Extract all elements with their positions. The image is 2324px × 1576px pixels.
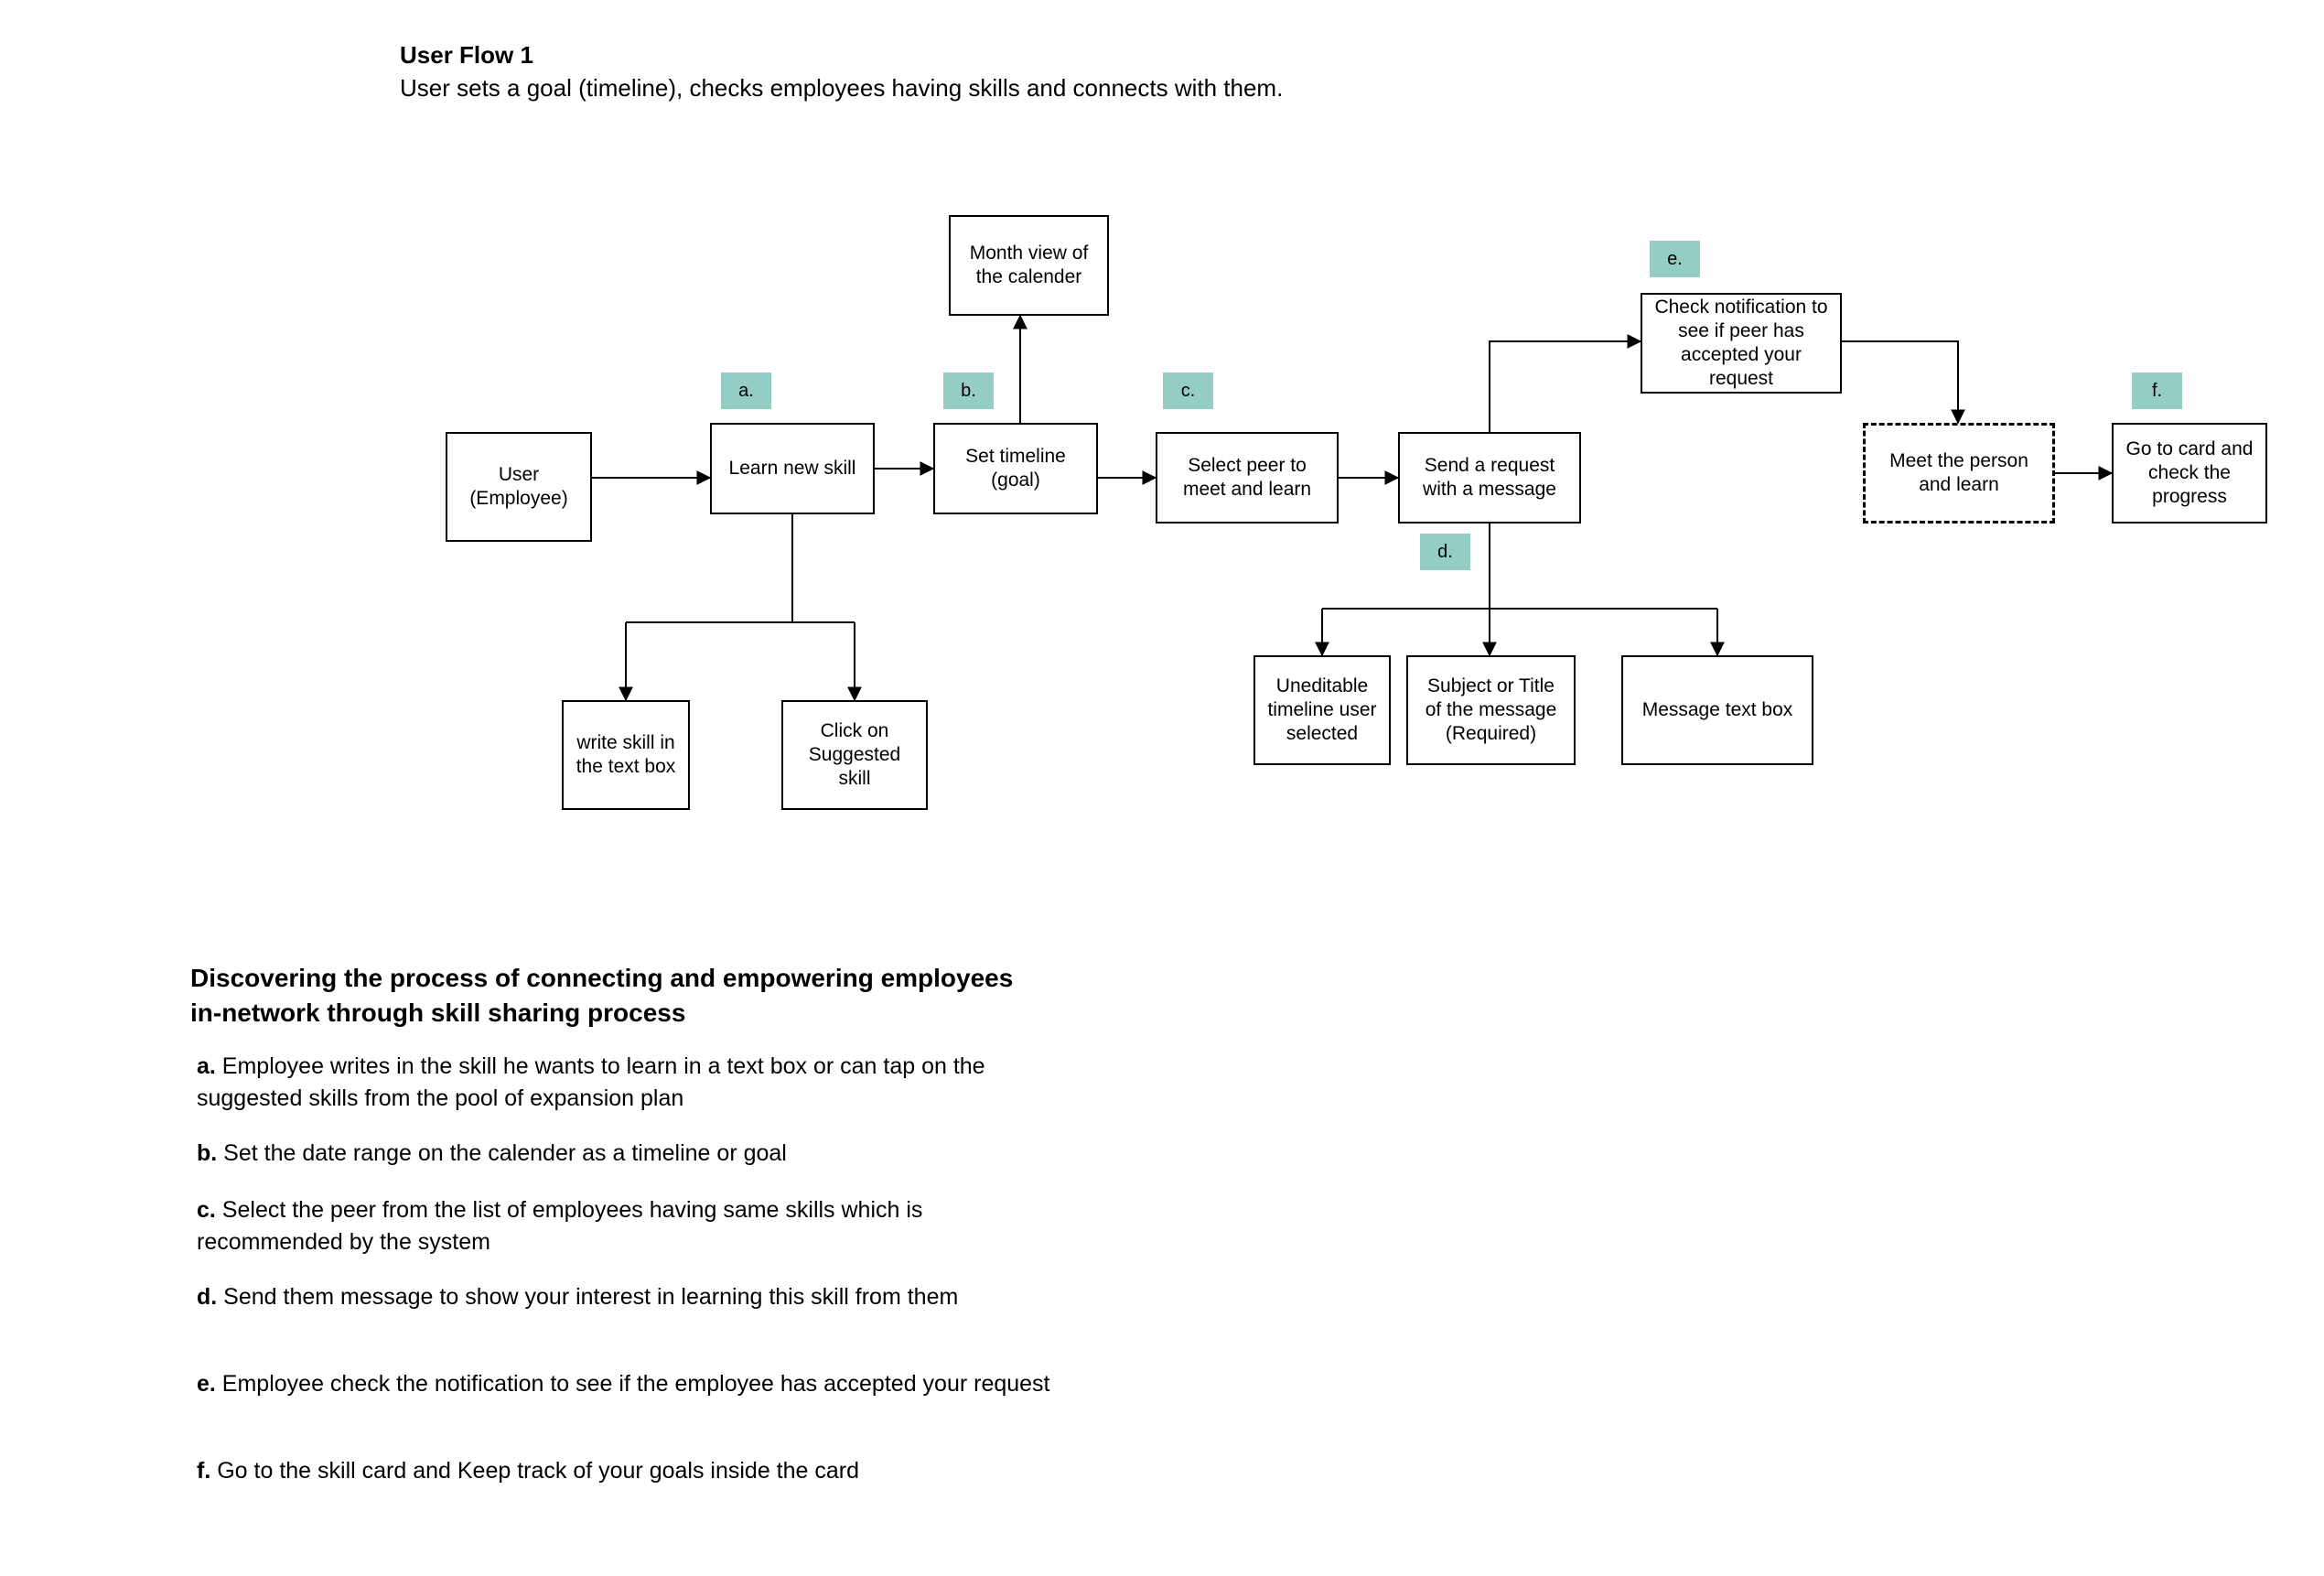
legend-item-b: b. Set the date range on the calender as… bbox=[197, 1138, 787, 1170]
node-user: User (Employee) bbox=[446, 432, 592, 542]
tag-e: e. bbox=[1650, 241, 1700, 277]
node-subject: Subject or Title of the message (Require… bbox=[1406, 655, 1576, 765]
legend-text-c: Select the peer from the list of employe… bbox=[197, 1197, 922, 1255]
legend-item-f: f. Go to the skill card and Keep track o… bbox=[197, 1455, 859, 1487]
tag-a: a. bbox=[721, 372, 771, 409]
tag-f: f. bbox=[2132, 372, 2182, 409]
legend-key-f: f. bbox=[197, 1458, 210, 1484]
node-write: write skill in the text box bbox=[562, 700, 690, 810]
flow-subtitle: User sets a goal (timeline), checks empl… bbox=[400, 73, 1283, 104]
node-month: Month view of the calender bbox=[949, 215, 1109, 316]
legend-key-b: b. bbox=[197, 1140, 217, 1166]
legend-text-b: Set the date range on the calender as a … bbox=[217, 1140, 787, 1166]
legend-text-a: Employee writes in the skill he wants to… bbox=[197, 1053, 985, 1111]
tag-d: d. bbox=[1420, 534, 1470, 570]
node-learn: Learn new skill bbox=[710, 423, 875, 514]
legend-key-d: d. bbox=[197, 1284, 217, 1310]
connectors bbox=[0, 0, 2324, 1576]
node-msgbox: Message text box bbox=[1621, 655, 1813, 765]
node-timeline: Set timeline (goal) bbox=[933, 423, 1098, 514]
node-request: Send a request with a message bbox=[1398, 432, 1581, 524]
legend-item-a: a. Employee writes in the skill he wants… bbox=[197, 1051, 1075, 1115]
legend-item-e: e. Employee check the notification to se… bbox=[197, 1368, 1050, 1400]
legend-heading: Discovering the process of connecting an… bbox=[190, 961, 1014, 1031]
node-card: Go to card and check the progress bbox=[2112, 423, 2267, 524]
tag-b: b. bbox=[943, 372, 994, 409]
tag-c: c. bbox=[1163, 372, 1213, 409]
node-notif: Check notification to see if peer has ac… bbox=[1641, 293, 1842, 394]
legend-item-d: d. Send them message to show your intere… bbox=[197, 1281, 958, 1313]
node-suggest: Click on Suggested skill bbox=[781, 700, 928, 810]
legend-key-e: e. bbox=[197, 1371, 216, 1397]
legend-text-d: Send them message to show your interest … bbox=[217, 1284, 958, 1310]
flow-title: User Flow 1 bbox=[400, 40, 533, 71]
legend-key-a: a. bbox=[197, 1053, 216, 1079]
diagram-page: User Flow 1 User sets a goal (timeline),… bbox=[0, 0, 2324, 1576]
legend-text-e: Employee check the notification to see i… bbox=[216, 1371, 1050, 1397]
legend-text-f: Go to the skill card and Keep track of y… bbox=[210, 1458, 859, 1484]
node-peer: Select peer to meet and learn bbox=[1156, 432, 1339, 524]
legend-key-c: c. bbox=[197, 1197, 216, 1223]
node-meet: Meet the person and learn bbox=[1863, 423, 2055, 524]
legend-item-c: c. Select the peer from the list of empl… bbox=[197, 1194, 1075, 1258]
node-uneditable: Uneditable timeline user selected bbox=[1253, 655, 1391, 765]
